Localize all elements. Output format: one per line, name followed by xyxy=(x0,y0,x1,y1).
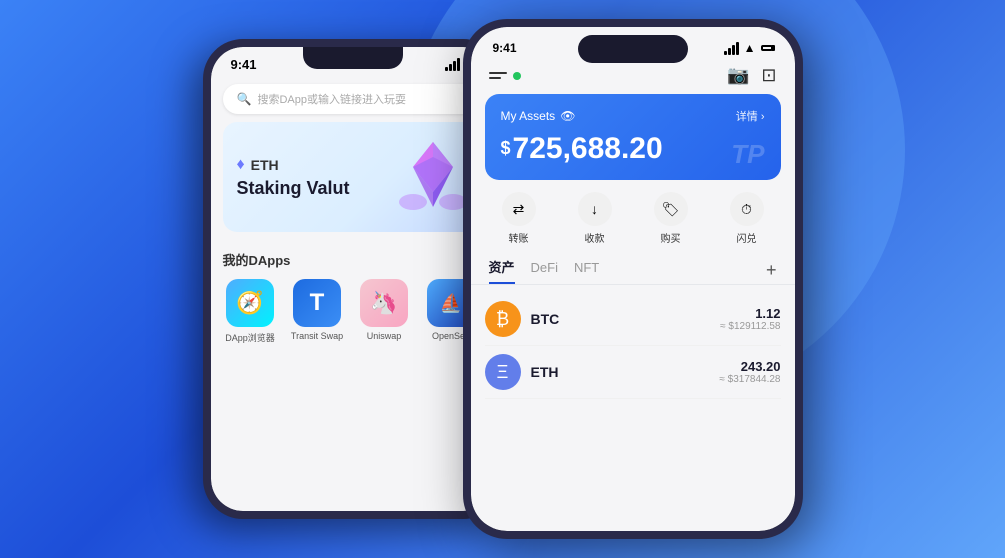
assets-value: 725,688.20 xyxy=(513,132,663,166)
status-dot xyxy=(513,72,521,80)
search-placeholder: 搜索DApp或输入链接进入玩耍 xyxy=(257,91,406,107)
btc-amount: 1.12 xyxy=(720,306,780,321)
signal-icon xyxy=(445,58,460,71)
add-asset-button[interactable]: + xyxy=(766,260,777,281)
left-time: 9:41 xyxy=(231,57,257,72)
phones-container: 9:41 ▲ 🔍 搜索DApp或输入链接进入玩耍 xyxy=(203,19,803,539)
assets-detail-link[interactable]: 详情 › xyxy=(736,108,765,124)
flash-label: 闪兑 xyxy=(737,230,757,245)
dapps-grid: 🧭 DApp浏览器 T Transit Swap 🦄 Uniswap ⛵ Ope… xyxy=(223,279,483,344)
tab-nft[interactable]: NFT xyxy=(574,260,599,281)
browser-label: DApp浏览器 xyxy=(223,331,278,344)
wifi-icon-right: ▲ xyxy=(744,41,756,55)
browser-icon: 🧭 xyxy=(226,279,274,327)
assets-title: My Assets 👁 xyxy=(501,109,576,123)
left-phone-screen: 9:41 ▲ 🔍 搜索DApp或输入链接进入玩耍 xyxy=(211,47,495,511)
flash-icon: ⏱ xyxy=(730,192,764,226)
tp-watermark: TP xyxy=(731,139,764,170)
flash-button[interactable]: ⏱ 闪兑 xyxy=(730,192,764,245)
transit-icon: T xyxy=(293,279,341,327)
dapps-title: 我的DApps xyxy=(223,250,483,269)
eth-crystal-illustration xyxy=(393,137,473,217)
asset-tabs: 资产 DeFi NFT + xyxy=(471,257,795,285)
buy-icon: 🏷 xyxy=(654,192,688,226)
right-time: 9:41 xyxy=(493,41,517,55)
assets-label: My Assets xyxy=(501,109,556,123)
battery-icon xyxy=(761,45,773,51)
right-signal-icon xyxy=(724,42,739,55)
asset-row-eth: Ξ ETH 243.20 ≈ $317844.28 xyxy=(485,346,781,399)
right-phone: 9:41 ▲ xyxy=(463,19,803,539)
eth-banner[interactable]: ♦ ETH Staking Valut xyxy=(223,122,483,232)
scan-icon[interactable]: ⊡ xyxy=(761,65,776,86)
assets-amount: $ 725,688.20 xyxy=(501,132,765,166)
eth-diamond-icon: ♦ xyxy=(237,156,245,174)
buy-button[interactable]: 🏷 购买 xyxy=(654,192,688,245)
btc-symbol: BTC xyxy=(531,311,721,327)
receive-icon: ↓ xyxy=(578,192,612,226)
eth-values: 243.20 ≈ $317844.28 xyxy=(719,359,780,385)
btc-usd: ≈ $129112.58 xyxy=(720,321,780,332)
dynamic-island xyxy=(578,35,688,63)
search-bar[interactable]: 🔍 搜索DApp或输入链接进入玩耍 xyxy=(223,84,483,114)
left-phone: 9:41 ▲ 🔍 搜索DApp或输入链接进入玩耍 xyxy=(203,39,503,519)
buy-label: 购买 xyxy=(661,230,681,245)
receive-label: 收款 xyxy=(585,230,605,245)
action-row: ⇄ 转账 ↓ 收款 🏷 购买 ⏱ 闪兑 xyxy=(471,180,795,257)
left-phone-notch xyxy=(303,47,403,69)
header-left-group xyxy=(489,72,521,80)
dapp-browser[interactable]: 🧭 DApp浏览器 xyxy=(223,279,278,344)
dapp-transit[interactable]: T Transit Swap xyxy=(290,279,345,344)
transit-label: Transit Swap xyxy=(290,331,345,341)
transfer-icon: ⇄ xyxy=(502,192,536,226)
camera-icon[interactable]: 📷 xyxy=(727,65,749,86)
eye-icon[interactable]: 👁 xyxy=(560,109,575,123)
eth-coin-icon: Ξ xyxy=(485,354,521,390)
right-status-icons: ▲ xyxy=(724,41,773,55)
right-header: 📷 ⊡ xyxy=(471,59,795,94)
uniswap-label: Uniswap xyxy=(357,331,412,341)
receive-button[interactable]: ↓ 收款 xyxy=(578,192,612,245)
eth-symbol: ETH xyxy=(531,364,720,380)
search-icon: 🔍 xyxy=(237,92,252,106)
uniswap-icon: 🦄 xyxy=(360,279,408,327)
transfer-label: 转账 xyxy=(509,230,529,245)
hamburger-menu-icon[interactable] xyxy=(489,72,507,79)
eth-amount: 243.20 xyxy=(719,359,780,374)
eth-coin-label: ETH xyxy=(251,157,279,173)
tab-defi[interactable]: DeFi xyxy=(531,260,558,281)
asset-list: ₿ BTC 1.12 ≈ $129112.58 Ξ ETH 243.20 ≈ $… xyxy=(471,293,795,399)
btc-coin-icon: ₿ xyxy=(485,301,521,337)
asset-row-btc: ₿ BTC 1.12 ≈ $129112.58 xyxy=(485,293,781,346)
right-phone-screen: 9:41 ▲ xyxy=(471,27,795,531)
tab-assets[interactable]: 资产 xyxy=(489,257,515,284)
dapps-section: 我的DApps 🧭 DApp浏览器 T Transit Swap 🦄 Unisw… xyxy=(211,240,495,350)
assets-card: My Assets 👁 详情 › $ 725,688.20 TP xyxy=(485,94,781,180)
assets-title-row: My Assets 👁 详情 › xyxy=(501,108,765,124)
btc-values: 1.12 ≈ $129112.58 xyxy=(720,306,780,332)
dapp-uniswap[interactable]: 🦄 Uniswap xyxy=(357,279,412,344)
header-right-icons: 📷 ⊡ xyxy=(727,65,777,86)
currency-symbol: $ xyxy=(501,138,511,159)
transfer-button[interactable]: ⇄ 转账 xyxy=(502,192,536,245)
eth-usd: ≈ $317844.28 xyxy=(719,374,780,385)
